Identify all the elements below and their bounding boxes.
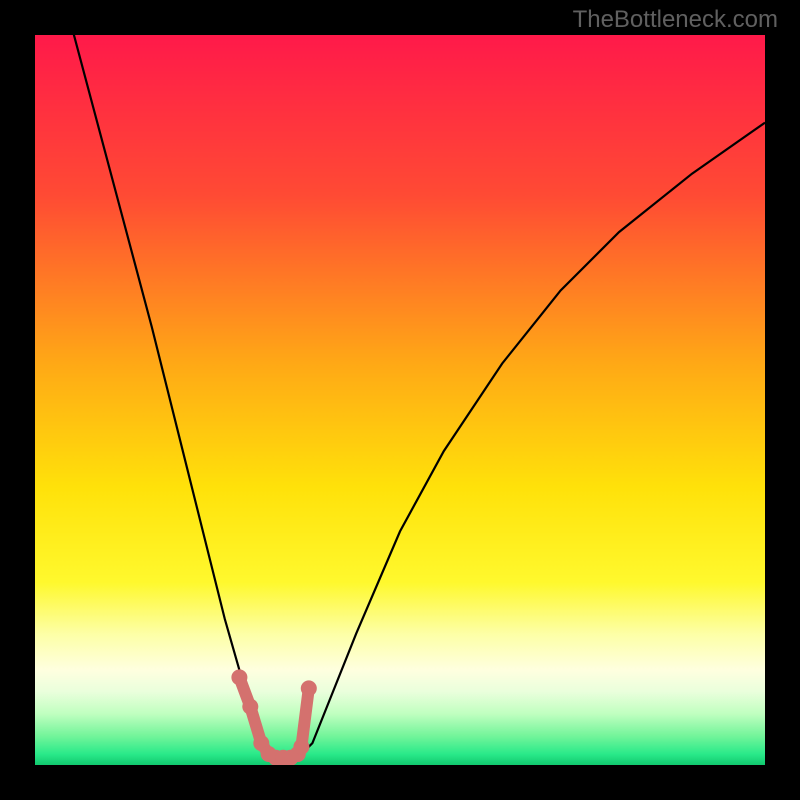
plot-area xyxy=(35,35,765,765)
marker-dot xyxy=(242,699,258,715)
curve-layer xyxy=(35,35,765,765)
chart-frame: TheBottleneck.com xyxy=(0,0,800,800)
bottleneck-curve xyxy=(64,35,765,761)
marker-dot xyxy=(231,669,247,685)
marker-dot xyxy=(301,680,317,696)
marker-dot xyxy=(293,739,309,755)
watermark-text: TheBottleneck.com xyxy=(573,6,778,34)
curve-markers xyxy=(231,669,316,765)
